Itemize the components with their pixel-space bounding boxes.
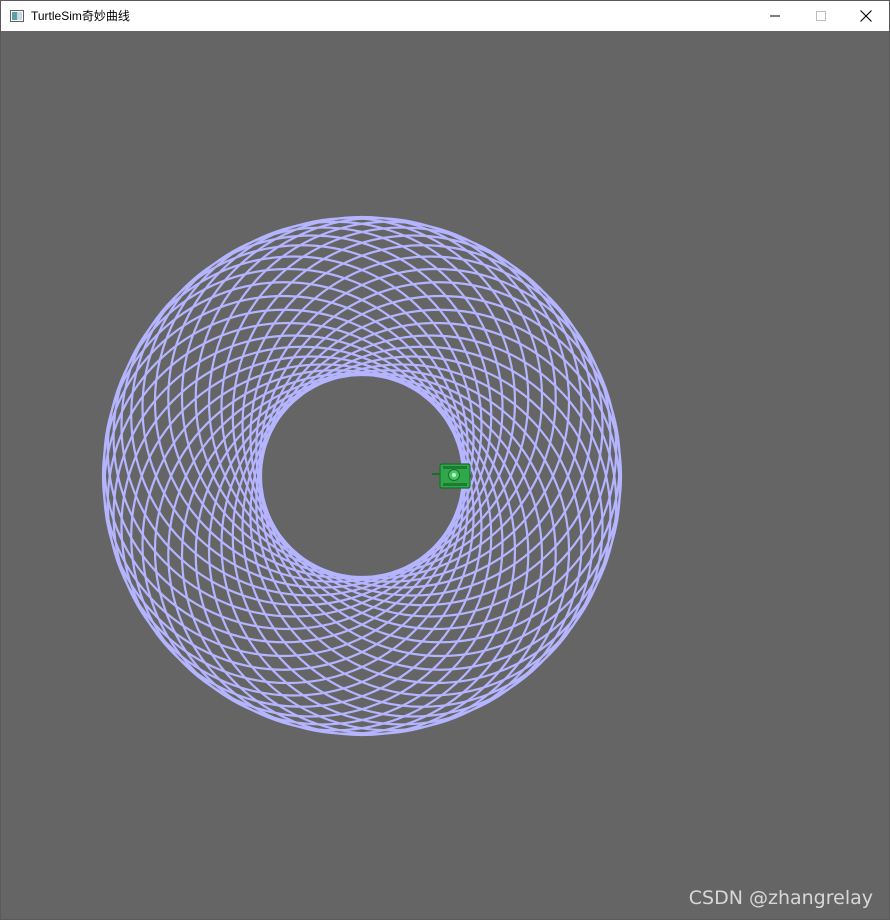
turtlesim-window: TurtleSim奇妙曲线 CSDN @zhangrelay	[0, 0, 890, 920]
maximize-button[interactable]	[798, 1, 844, 31]
watermark-text: CSDN @zhangrelay	[688, 887, 873, 909]
turtle-canvas: CSDN @zhangrelay	[1, 31, 889, 919]
turtle-icon	[432, 463, 471, 489]
app-icon	[10, 10, 24, 22]
close-icon	[860, 10, 872, 22]
title-bar[interactable]: TurtleSim奇妙曲线	[1, 1, 889, 31]
window-title: TurtleSim奇妙曲线	[31, 9, 130, 23]
minimize-button[interactable]	[752, 1, 798, 31]
maximize-icon	[816, 11, 826, 21]
minimize-icon	[770, 15, 780, 17]
close-button[interactable]	[843, 1, 889, 31]
